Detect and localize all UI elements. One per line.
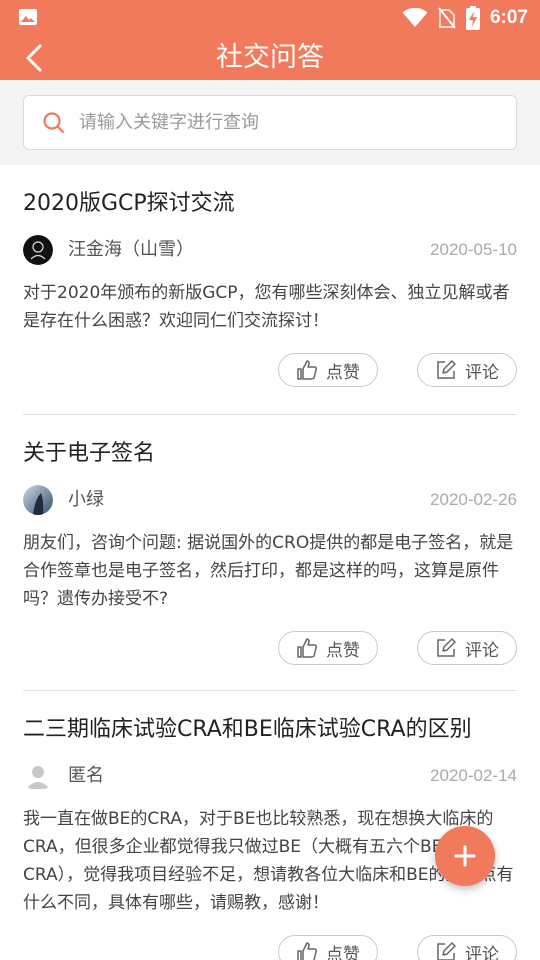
like-label: 点赞 bbox=[326, 362, 360, 383]
like-button[interactable]: 点赞 bbox=[278, 935, 378, 960]
like-label: 点赞 bbox=[326, 640, 360, 661]
author-name: 匿名 bbox=[68, 765, 104, 786]
search-icon bbox=[43, 112, 65, 134]
thumbs-up-icon bbox=[297, 638, 318, 658]
add-post-button[interactable] bbox=[435, 826, 495, 886]
edit-icon bbox=[437, 942, 456, 960]
battery-charging-icon bbox=[465, 6, 480, 30]
post-item[interactable]: 关于电子签名 小绿 2020-02-26 朋友们，咨询个问题: 据说国外的CRO… bbox=[23, 415, 517, 691]
edit-icon bbox=[437, 360, 456, 379]
comment-button[interactable]: 评论 bbox=[417, 353, 517, 387]
thumbs-up-icon bbox=[297, 360, 318, 380]
author-name: 小绿 bbox=[68, 489, 104, 510]
avatar[interactable] bbox=[23, 761, 53, 791]
page-title: 社交问答 bbox=[216, 42, 324, 73]
post-item[interactable]: 2020版GCP探讨交流 汪金海（山雪） 2020-05-10 对于2020年颁… bbox=[23, 165, 517, 415]
image-icon bbox=[19, 9, 37, 25]
post-title[interactable]: 关于电子签名 bbox=[23, 439, 517, 469]
comment-label: 评论 bbox=[465, 640, 499, 661]
comment-button[interactable]: 评论 bbox=[417, 631, 517, 665]
post-title[interactable]: 二三期临床试验CRA和BE临床试验CRA的区别 bbox=[23, 715, 517, 745]
post-actions: 点赞 评论 bbox=[23, 353, 517, 387]
photo-avatar-icon bbox=[23, 485, 53, 515]
like-button[interactable]: 点赞 bbox=[278, 353, 378, 387]
post-body: 对于2020年颁布的新版GCP，您有哪些深刻体会、独立见解或者是存在什么困惑？欢… bbox=[23, 283, 510, 331]
status-bar: 6:07 bbox=[0, 0, 540, 36]
plus-icon bbox=[454, 845, 476, 867]
search-box[interactable] bbox=[23, 95, 517, 150]
comment-label: 评论 bbox=[465, 362, 499, 383]
post-actions: 点赞 评论 bbox=[23, 935, 517, 960]
post-item[interactable]: 二三期临床试验CRA和BE临床试验CRA的区别 匿名 2020-02-14 我一… bbox=[23, 691, 517, 960]
author-row: 汪金海（山雪） 2020-05-10 bbox=[23, 233, 517, 267]
post-actions: 点赞 评论 bbox=[23, 631, 517, 665]
avatar[interactable] bbox=[23, 235, 53, 265]
top-bar: 6:07 社交问答 bbox=[0, 0, 540, 165]
search-area bbox=[0, 80, 540, 165]
default-user-icon bbox=[26, 766, 50, 789]
author-name: 汪金海（山雪） bbox=[68, 239, 194, 260]
dark-avatar-icon bbox=[23, 235, 53, 265]
like-button[interactable]: 点赞 bbox=[278, 631, 378, 665]
author-row: 匿名 2020-02-14 bbox=[23, 759, 517, 793]
thumbs-up-icon bbox=[297, 942, 318, 960]
no-sim-icon bbox=[438, 7, 456, 29]
post-date: 2020-02-26 bbox=[430, 490, 517, 509]
comment-button[interactable]: 评论 bbox=[417, 935, 517, 960]
wifi-icon bbox=[402, 8, 428, 27]
nav-bar: 社交问答 bbox=[0, 36, 540, 80]
post-body: 朋友们，咨询个问题: 据说国外的CRO提供的都是电子签名，就是合作签章也是电子签… bbox=[23, 533, 514, 609]
edit-icon bbox=[437, 638, 456, 657]
avatar[interactable] bbox=[23, 485, 53, 515]
post-date: 2020-02-14 bbox=[430, 766, 517, 785]
author-row: 小绿 2020-02-26 bbox=[23, 483, 517, 517]
like-label: 点赞 bbox=[326, 944, 360, 960]
post-title[interactable]: 2020版GCP探讨交流 bbox=[23, 189, 517, 219]
post-date: 2020-05-10 bbox=[430, 240, 517, 259]
search-input[interactable] bbox=[79, 96, 499, 149]
comment-label: 评论 bbox=[465, 944, 499, 960]
status-clock: 6:07 bbox=[489, 7, 528, 28]
